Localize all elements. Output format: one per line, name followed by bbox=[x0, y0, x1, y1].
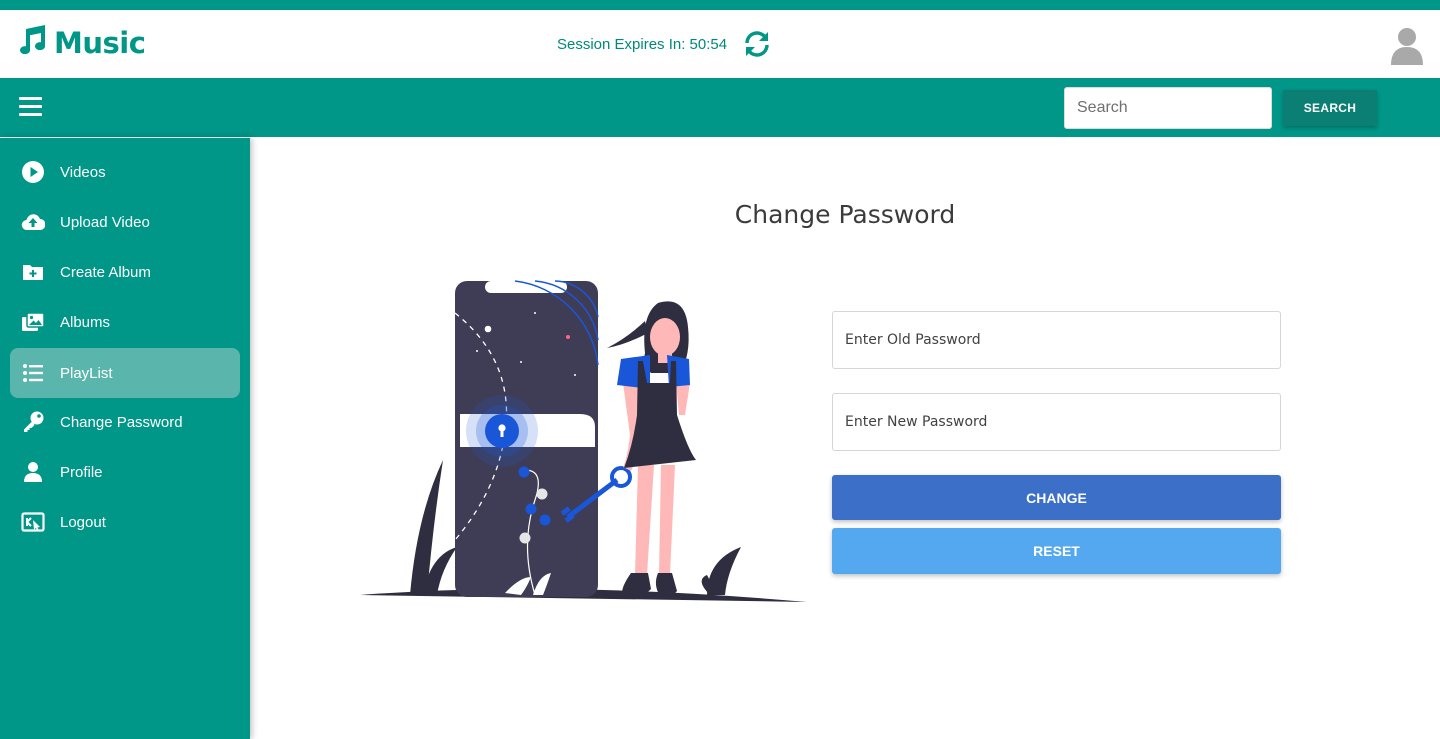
search-button[interactable]: SEARCH bbox=[1283, 90, 1377, 126]
sidebar-item-logout[interactable]: Logout bbox=[10, 497, 240, 547]
music-note-icon bbox=[16, 24, 48, 61]
sidebar-item-videos[interactable]: Videos bbox=[10, 147, 240, 197]
sidebar-item-label: Upload Video bbox=[60, 213, 150, 231]
security-illustration bbox=[355, 255, 815, 610]
sidebar-item-change-password[interactable]: Change Password bbox=[10, 397, 240, 447]
sidebar-item-profile[interactable]: Profile bbox=[10, 447, 240, 497]
sidebar-item-label: Videos bbox=[60, 163, 106, 181]
change-button[interactable]: CHANGE bbox=[832, 475, 1281, 520]
app-logo[interactable]: Music bbox=[16, 24, 146, 61]
play-circle-icon bbox=[20, 159, 46, 185]
sync-icon[interactable] bbox=[743, 30, 771, 58]
sidebar: Videos Upload Video Create Album Albums … bbox=[0, 138, 250, 739]
header: Music Session Expires In: 50:54 bbox=[0, 10, 1440, 78]
sidebar-item-label: Albums bbox=[60, 313, 111, 331]
sidebar-item-label: Create Album bbox=[60, 263, 151, 281]
hamburger-icon[interactable] bbox=[19, 97, 42, 117]
sidebar-item-label: Change Password bbox=[60, 413, 183, 431]
sidebar-item-label: Profile bbox=[60, 463, 103, 481]
old-password-field[interactable] bbox=[832, 311, 1281, 369]
top-accent-strip bbox=[0, 0, 1440, 10]
session-expiry-text: Session Expires In: 50:54 bbox=[557, 35, 728, 53]
folder-plus-icon bbox=[20, 259, 46, 285]
cloud-upload-icon bbox=[20, 209, 46, 235]
search-input[interactable] bbox=[1064, 87, 1272, 129]
page-title: Change Password bbox=[734, 200, 956, 229]
sidebar-item-label: Logout bbox=[60, 513, 106, 531]
sidebar-item-upload-video[interactable]: Upload Video bbox=[10, 197, 240, 247]
reset-button[interactable]: RESET bbox=[832, 528, 1281, 574]
user-avatar-icon[interactable] bbox=[1390, 25, 1424, 65]
sidebar-item-playlist[interactable]: PlayList bbox=[10, 348, 240, 398]
session-timer: Session Expires In: 50:54 bbox=[557, 30, 771, 58]
logout-icon bbox=[20, 509, 46, 535]
sidebar-item-create-album[interactable]: Create Album bbox=[10, 247, 240, 297]
sidebar-item-albums[interactable]: Albums bbox=[10, 297, 240, 347]
key-icon bbox=[20, 409, 46, 435]
sidebar-item-label: PlayList bbox=[60, 364, 113, 382]
images-icon bbox=[20, 309, 46, 335]
new-password-field[interactable] bbox=[832, 393, 1281, 451]
user-icon bbox=[20, 459, 46, 485]
top-navbar: SEARCH bbox=[0, 78, 1440, 137]
list-icon bbox=[20, 360, 46, 386]
app-name: Music bbox=[54, 25, 146, 60]
